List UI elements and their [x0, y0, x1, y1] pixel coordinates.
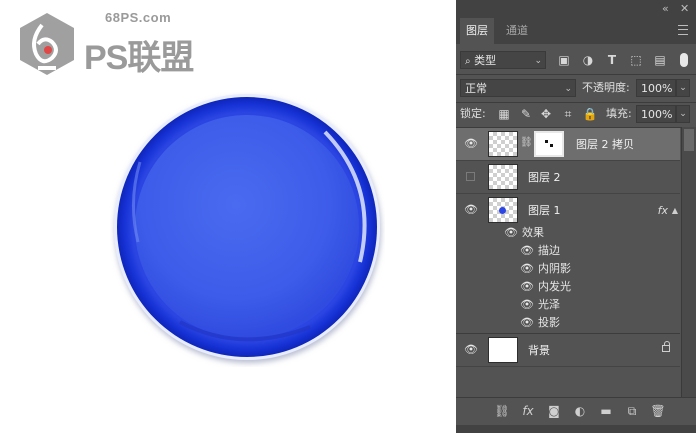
lock-artboard-icon[interactable]: ⌗	[560, 105, 576, 123]
fill-input[interactable]: 100%	[636, 105, 676, 123]
layer-name[interactable]: 图层 1	[528, 194, 561, 227]
layer-name[interactable]: 图层 2	[528, 161, 561, 194]
panel-tabs: 图层 通道	[456, 18, 696, 44]
image-filter-icon[interactable]: ▣	[556, 51, 572, 69]
layer-fx-badge[interactable]: fx	[658, 194, 668, 227]
adjustment-filter-icon[interactable]: ◑	[580, 51, 596, 69]
visibility-eye-icon[interactable]: 👁	[520, 263, 534, 275]
blend-mode-value: 正常	[465, 82, 487, 95]
layer-thumbnail	[488, 337, 518, 363]
visibility-eye-icon[interactable]: 👁	[520, 245, 534, 257]
opacity-dropdown-button[interactable]: ⌄	[676, 79, 690, 97]
chevron-down-icon: ⌄	[534, 56, 542, 66]
new-layer-icon[interactable]: ⧉	[624, 403, 640, 419]
effect-row-satin[interactable]: 👁 光泽	[456, 296, 680, 314]
divider	[456, 102, 696, 103]
watermark-brand: PS联盟	[84, 39, 194, 77]
blue-circle-plate	[114, 94, 380, 360]
opacity-input[interactable]: 100%	[636, 79, 676, 97]
lock-position-icon[interactable]: ✥	[538, 105, 554, 123]
close-panel-icon[interactable]: ✕	[680, 2, 689, 15]
effect-label: 内发光	[538, 280, 571, 293]
layer-lock-icon	[662, 341, 670, 352]
layer-thumbnail	[488, 197, 518, 223]
lock-row: 锁定: ▦ ✎ ✥ ⌗ 🔒 填充: 100% ⌄	[456, 105, 696, 125]
layers-scrollbar[interactable]	[681, 127, 696, 397]
chevron-down-icon: ⌄	[564, 84, 572, 94]
effect-row-stroke[interactable]: 👁 描边	[456, 242, 680, 260]
fill-label: 填充:	[606, 107, 632, 120]
lock-label: 锁定:	[460, 107, 486, 120]
collapse-panel-icon[interactable]: «	[662, 2, 669, 15]
link-layers-icon[interactable]: ⛓	[494, 403, 510, 419]
effect-row-drop-shadow[interactable]: 👁 投影	[456, 314, 680, 332]
divider	[456, 74, 696, 75]
tab-layers[interactable]: 图层	[460, 18, 494, 44]
new-group-icon[interactable]: ▬	[598, 403, 614, 419]
adjustment-layer-icon[interactable]: ◐	[572, 403, 588, 419]
visibility-eye-icon[interactable]: 👁	[520, 299, 534, 311]
effect-label: 描边	[538, 244, 560, 257]
type-filter-icon[interactable]: T	[604, 51, 620, 69]
blend-mode-select[interactable]: 正常 ⌄	[460, 79, 576, 97]
tab-channels[interactable]: 通道	[500, 18, 534, 44]
panel-menu-icon[interactable]	[678, 25, 688, 35]
lock-paint-icon[interactable]: ✎	[518, 105, 534, 123]
fill-dropdown-button[interactable]: ⌄	[676, 105, 690, 123]
layer-name[interactable]: 背景	[528, 334, 550, 367]
layer-thumbnail	[488, 131, 518, 157]
visibility-eye-icon[interactable]: 👁	[520, 281, 534, 293]
document-canvas[interactable]: 68PS.com PS联盟	[0, 0, 455, 433]
panel-footer	[456, 425, 696, 433]
layer-row-layer2-copy[interactable]: 👁 ⛓ 图层 2 拷贝	[456, 128, 680, 161]
layer-mask-thumbnail[interactable]	[534, 131, 564, 157]
effect-label: 内阴影	[538, 262, 571, 275]
filter-kind-select[interactable]: ⌕ 类型 ⌄	[460, 51, 546, 69]
scrollbar-thumb[interactable]	[684, 129, 694, 151]
visibility-eye-icon[interactable]: 👁	[520, 317, 534, 329]
fx-icon[interactable]: fx	[520, 403, 536, 419]
smart-object-filter-icon[interactable]: ▤	[652, 51, 668, 69]
effect-row-inner-glow[interactable]: 👁 内发光	[456, 278, 680, 296]
panel-bottom-toolbar: ⛓ fx ◙ ◐ ▬ ⧉ 🗑	[456, 397, 696, 425]
filter-row: ⌕ 类型 ⌄ ▣ ◑ T ⬚ ▤	[456, 51, 696, 71]
opacity-label: 不透明度:	[582, 81, 630, 94]
layer-row-background[interactable]: 👁 背景	[456, 334, 680, 367]
delete-icon[interactable]: 🗑	[650, 403, 666, 419]
mask-link-icon[interactable]: ⛓	[520, 137, 533, 148]
layer-row-layer1[interactable]: 👁 图层 1 fx ▲	[456, 194, 680, 227]
effect-row-inner-shadow[interactable]: 👁 内阴影	[456, 260, 680, 278]
effect-label: 投影	[538, 316, 560, 329]
search-icon: ⌕	[465, 56, 471, 67]
visibility-eye-icon[interactable]: 👁	[464, 344, 478, 356]
visibility-eye-icon[interactable]: 👁	[464, 138, 478, 150]
chevron-up-icon[interactable]: ▲	[672, 194, 678, 227]
visibility-eye-icon[interactable]: 👁	[504, 227, 518, 239]
filter-toggle-icon[interactable]	[680, 53, 688, 67]
panel-top-bar: « ✕	[456, 0, 696, 18]
effects-header-label: 效果	[522, 226, 544, 239]
lock-all-icon[interactable]: 🔒	[582, 105, 598, 123]
filter-kind-label: 类型	[474, 54, 497, 67]
effects-header-row[interactable]: 👁 效果	[456, 224, 680, 242]
layer-name[interactable]: 图层 2 拷贝	[576, 128, 634, 161]
lock-pixels-icon[interactable]: ▦	[496, 105, 512, 123]
visibility-off-box[interactable]	[466, 172, 475, 181]
blend-row: 正常 ⌄ 不透明度: 100% ⌄	[456, 79, 696, 99]
layer-row-layer2[interactable]: 图层 2	[456, 161, 680, 194]
layer-thumbnail	[488, 164, 518, 190]
effect-label: 光泽	[538, 298, 560, 311]
shape-filter-icon[interactable]: ⬚	[628, 51, 644, 69]
watermark-url: 68PS.com	[105, 10, 172, 25]
visibility-eye-icon[interactable]: 👁	[464, 204, 478, 216]
layers-panel: « ✕ 图层 通道 ⌕ 类型 ⌄ ▣ ◑ T ⬚ ▤ 正常 ⌄ 不透明度: 10…	[456, 0, 696, 433]
add-mask-icon[interactable]: ◙	[546, 403, 562, 419]
